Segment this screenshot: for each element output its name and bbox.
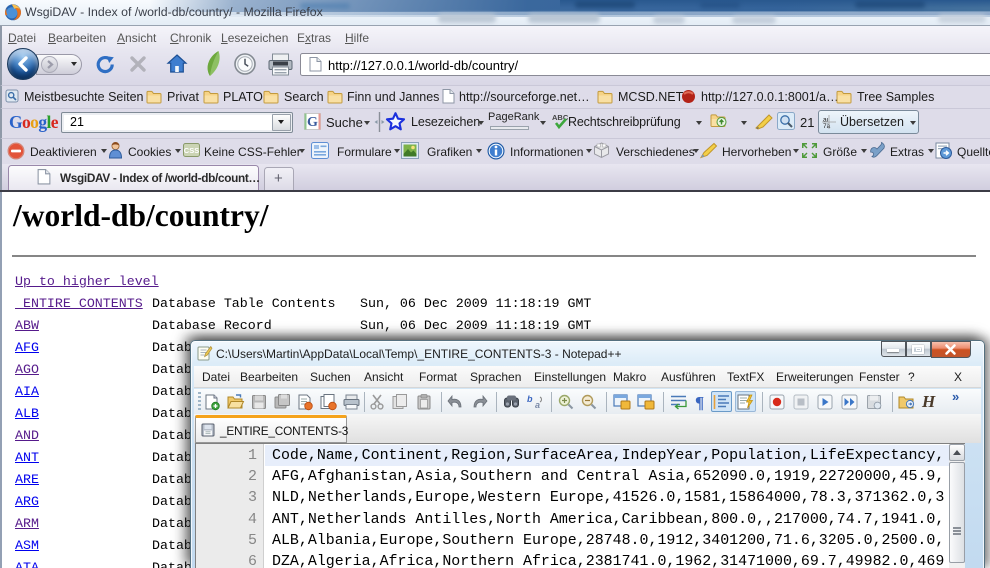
svg-text:b: b [527, 394, 533, 404]
svg-text:¶: ¶ [695, 393, 704, 412]
svg-text:a: a [535, 400, 540, 410]
svg-text:7ä: 7ä [823, 123, 831, 130]
svg-text:CSS: CSS [184, 146, 199, 155]
svg-text:G: G [307, 115, 318, 130]
svg-text:ABC: ABC [552, 113, 569, 122]
